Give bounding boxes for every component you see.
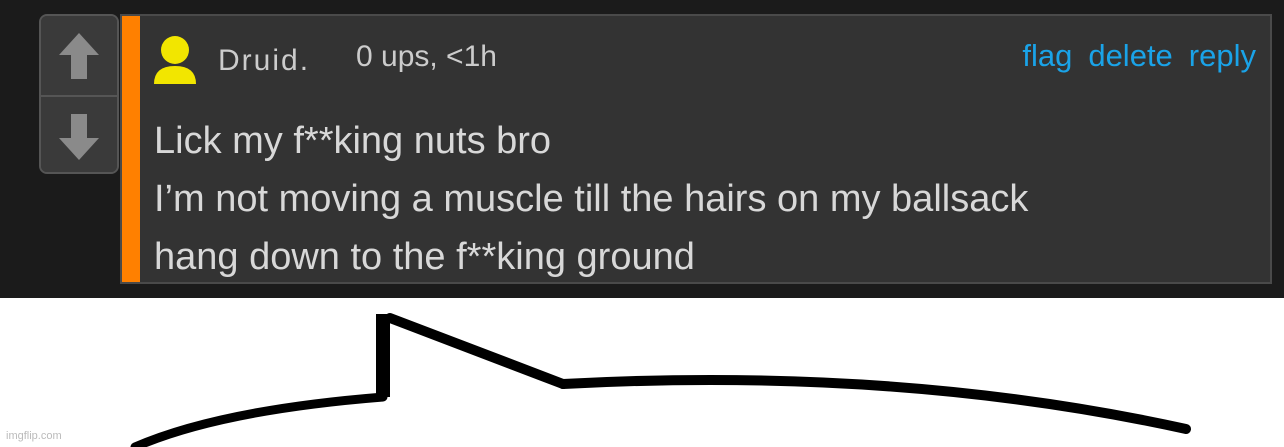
- comment-actions: flag delete reply: [1022, 38, 1256, 74]
- arrow-down-icon: [59, 113, 99, 160]
- arrow-up-icon: [59, 32, 99, 79]
- reply-link[interactable]: reply: [1189, 38, 1256, 74]
- upvote-button[interactable]: [41, 16, 117, 97]
- comment-card: Druid. 0 ups, <1h flag delete reply Lick…: [120, 14, 1272, 284]
- user-avatar-icon[interactable]: [150, 34, 200, 86]
- watermark: imgflip.com: [6, 430, 62, 442]
- downvote-button[interactable]: [41, 97, 117, 172]
- comment-line: Lick my f**king nuts bro: [154, 120, 552, 162]
- comment-username[interactable]: Druid.: [218, 44, 310, 78]
- flag-link[interactable]: flag: [1022, 38, 1072, 74]
- comment-line: I’m not moving a muscle till the hairs o…: [154, 178, 1029, 220]
- comment-meta: 0 ups, <1h: [356, 40, 497, 73]
- speech-bubble-drawing: [130, 313, 1191, 447]
- vote-widget: [39, 14, 119, 174]
- delete-link[interactable]: delete: [1088, 38, 1172, 74]
- comment-accent-bar: [122, 16, 140, 282]
- comment-body: Lick my f**king nuts bro I’m not moving …: [154, 112, 1254, 286]
- comment-line: hang down to the f**king ground: [154, 236, 695, 278]
